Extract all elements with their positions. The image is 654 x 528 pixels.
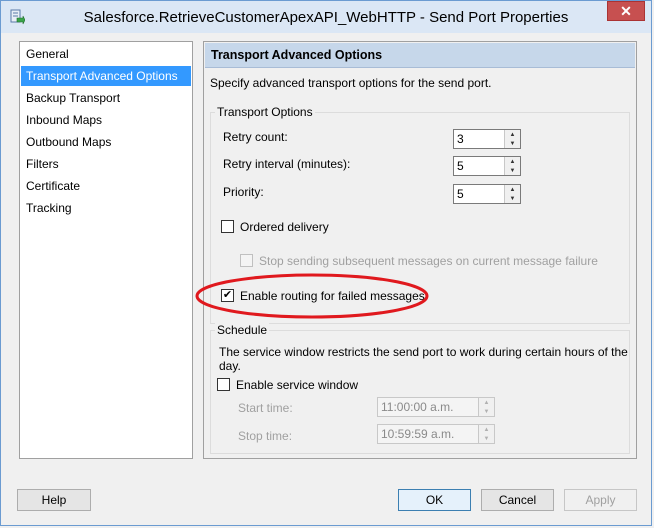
arrow-up-icon: ▲ xyxy=(483,426,490,433)
cancel-button[interactable]: Cancel xyxy=(481,489,554,511)
help-button[interactable]: Help xyxy=(17,489,91,511)
cancel-button-label: Cancel xyxy=(498,493,537,507)
priority-value[interactable]: 5 xyxy=(457,187,464,201)
apply-button[interactable]: Apply xyxy=(564,489,637,511)
property-pages-list: General Transport Advanced Options Backu… xyxy=(19,41,193,459)
retry-interval-value[interactable]: 5 xyxy=(457,159,464,173)
properties-dialog: Salesforce.RetrieveCustomerApexAPI_WebHT… xyxy=(0,0,652,526)
page-title: Transport Advanced Options xyxy=(211,48,383,62)
priority-down-button[interactable]: ▼ xyxy=(505,194,520,203)
window-title: Salesforce.RetrieveCustomerApexAPI_WebHT… xyxy=(83,9,569,26)
stop-sending-checkbox[interactable] xyxy=(240,254,253,267)
nav-item-backup-transport[interactable]: Backup Transport xyxy=(21,88,191,108)
help-button-label: Help xyxy=(41,493,67,507)
nav-item-general[interactable]: General xyxy=(21,44,191,64)
nav-item-filters[interactable]: Filters xyxy=(21,154,191,174)
close-button[interactable]: ✕ xyxy=(607,1,645,21)
red-annotation-ellipse xyxy=(195,273,429,319)
ok-button-label: OK xyxy=(425,493,444,507)
ordered-delivery-checkbox[interactable] xyxy=(221,220,234,233)
start-time-label: Start time: xyxy=(238,401,293,415)
stop-time-spin-buttons: ▲ ▼ xyxy=(478,425,494,443)
start-time-down-button[interactable]: ▼ xyxy=(479,407,494,416)
retry-interval-stepper[interactable]: 5 ▲ ▼ xyxy=(453,156,521,176)
arrow-down-icon: ▼ xyxy=(509,195,516,202)
retry-count-spin-buttons: ▲ ▼ xyxy=(504,130,520,148)
enable-service-window-checkbox[interactable] xyxy=(217,378,230,391)
retry-count-down-button[interactable]: ▼ xyxy=(505,139,520,148)
arrow-up-icon: ▲ xyxy=(483,399,490,406)
ordered-delivery-label[interactable]: Ordered delivery xyxy=(240,220,329,234)
page-content: Transport Advanced Options Specify advan… xyxy=(203,41,637,459)
start-time-picker[interactable]: 11:00:00 a.m. ▲ ▼ xyxy=(377,397,495,417)
arrow-down-icon: ▼ xyxy=(509,167,516,174)
priority-label: Priority: xyxy=(223,185,264,199)
stop-time-value[interactable]: 10:59:59 a.m. xyxy=(381,427,454,441)
arrow-up-icon: ▲ xyxy=(509,158,516,165)
schedule-description: The service window restricts the send po… xyxy=(219,345,628,373)
nav-item-transport-advanced-options[interactable]: Transport Advanced Options xyxy=(21,66,191,86)
arrow-up-icon: ▲ xyxy=(509,131,516,138)
priority-spin-buttons: ▲ ▼ xyxy=(504,185,520,203)
retry-count-stepper[interactable]: 3 ▲ ▼ xyxy=(453,129,521,149)
section-header: Transport Advanced Options xyxy=(205,43,635,68)
priority-stepper[interactable]: 5 ▲ ▼ xyxy=(453,184,521,204)
start-time-value[interactable]: 11:00:00 a.m. xyxy=(381,400,454,414)
nav-item-certificate[interactable]: Certificate xyxy=(21,176,191,196)
stop-time-picker[interactable]: 10:59:59 a.m. ▲ ▼ xyxy=(377,424,495,444)
nav-item-inbound-maps[interactable]: Inbound Maps xyxy=(21,110,191,130)
apply-button-label: Apply xyxy=(585,493,616,507)
retry-interval-label: Retry interval (minutes): xyxy=(223,157,351,171)
close-icon: ✕ xyxy=(620,2,632,19)
ok-button[interactable]: OK xyxy=(398,489,471,511)
stop-time-label: Stop time: xyxy=(238,429,293,443)
stop-sending-label: Stop sending subsequent messages on curr… xyxy=(259,254,598,268)
arrow-down-icon: ▼ xyxy=(483,435,490,442)
schedule-group: Schedule The service window restricts th… xyxy=(210,323,630,454)
retry-count-value[interactable]: 3 xyxy=(457,132,464,146)
transport-options-title: Transport Options xyxy=(215,105,315,119)
title-bar[interactable]: Salesforce.RetrieveCustomerApexAPI_WebHT… xyxy=(1,1,651,33)
retry-interval-spin-buttons: ▲ ▼ xyxy=(504,157,520,175)
arrow-up-icon: ▲ xyxy=(509,186,516,193)
arrow-down-icon: ▼ xyxy=(483,408,490,415)
nav-item-outbound-maps[interactable]: Outbound Maps xyxy=(21,132,191,152)
schedule-title: Schedule xyxy=(215,323,270,337)
retry-count-label: Retry count: xyxy=(223,130,288,144)
retry-interval-down-button[interactable]: ▼ xyxy=(505,166,520,175)
page-description: Specify advanced transport options for t… xyxy=(210,76,492,90)
start-time-spin-buttons: ▲ ▼ xyxy=(478,398,494,416)
enable-service-window-label[interactable]: Enable service window xyxy=(236,378,358,392)
stop-time-down-button[interactable]: ▼ xyxy=(479,434,494,443)
nav-item-tracking[interactable]: Tracking xyxy=(21,198,191,218)
arrow-down-icon: ▼ xyxy=(509,140,516,147)
